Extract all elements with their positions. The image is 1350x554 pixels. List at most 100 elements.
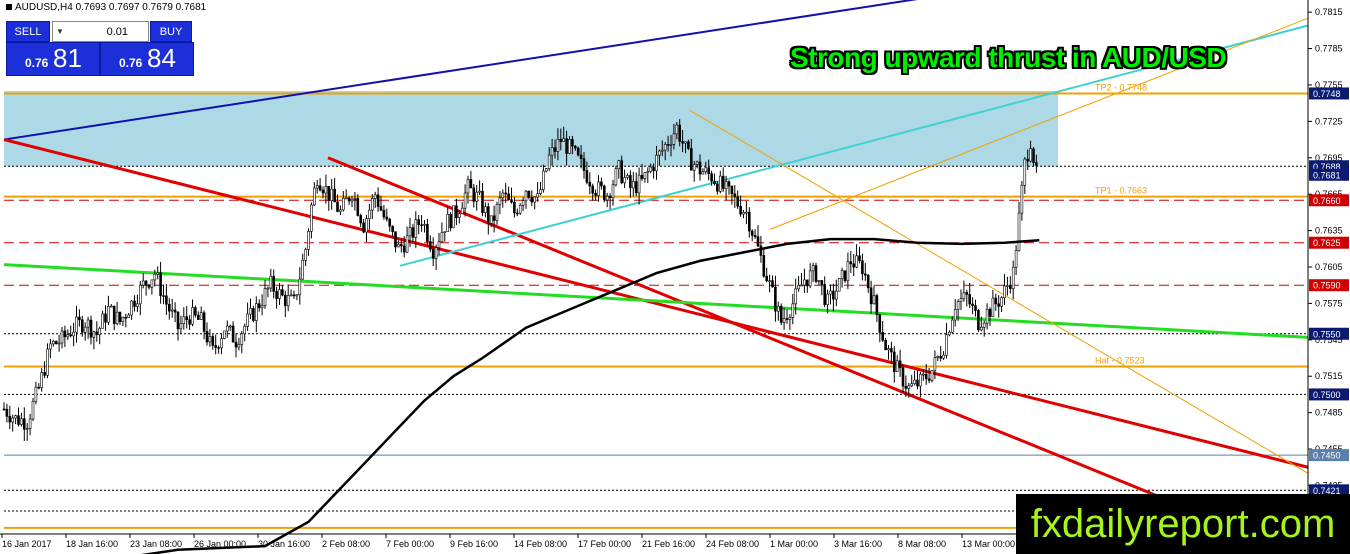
candle-body [600,181,603,187]
candle-body [1023,158,1027,186]
candle-body [385,216,389,220]
sell-button[interactable]: SELL [6,21,50,42]
candle-body [855,255,858,268]
candle-body [54,341,58,345]
candle-body [620,160,624,184]
candle-body [510,199,513,203]
candle-body [376,194,380,207]
green-trend-line [3,263,1309,339]
candle-body [234,341,238,348]
x-tick-label: 8 Mar 08:00 [898,539,946,549]
candle-body [910,383,914,387]
candle-body [31,401,35,420]
candle-body [339,209,342,212]
candle-body [945,334,948,356]
candle-body [669,144,673,146]
candle-body [205,331,209,343]
candle-body [588,182,592,187]
candle-body [518,204,522,214]
candle-body [281,289,284,296]
candle-body [739,205,742,215]
candle-body [808,270,812,287]
buy-button[interactable]: BUY [150,21,192,42]
candle-body [953,309,957,321]
candle-body [318,185,322,191]
buy-price-button[interactable]: 0.76 84 [100,42,194,76]
candle-body [811,265,815,272]
candle-body [260,305,264,309]
candle-body [1003,285,1006,298]
candle-body [507,193,510,200]
lot-size-value[interactable]: 0.01 [67,26,148,38]
candle-body [721,175,725,189]
candle-body [197,314,200,320]
candle-body [257,303,261,309]
candle-body [753,235,757,237]
candle-body [405,235,409,253]
candle-body [2,408,6,411]
candle-body [942,354,945,359]
candle-body [252,308,255,321]
candle-body [849,261,853,265]
candle-body [263,288,267,306]
candle-body [1014,250,1018,268]
candle-body [913,379,916,385]
candle-body [916,379,919,387]
chart-title: AUDUSD,H4 0.7693 0.7697 0.7679 0.7681 [6,2,206,13]
candle-body [571,138,574,147]
candle-body [243,326,246,335]
candle-body [678,124,682,142]
candle-body [765,275,769,282]
lot-down-arrow-icon[interactable]: ▼ [53,27,67,36]
candle-body [20,418,23,425]
candle-body [423,223,426,226]
y-tick-label: 0.7485 [1315,408,1343,418]
one-click-trading-panel: SELL ▼ 0.01 BUY 0.76 81 0.76 84 [4,20,194,76]
candle-body [379,206,383,211]
candle-body [452,205,455,229]
candle-body [829,290,832,295]
candle-body [14,415,17,419]
candle-body [785,318,789,320]
candle-body [139,284,142,305]
candle-body [736,196,740,207]
candle-body [837,278,841,292]
candle-body [573,145,577,149]
candle-body [750,230,754,236]
y-tick-label: 0.7515 [1315,371,1343,381]
candle-body [310,204,313,232]
sell-price-button[interactable]: 0.76 81 [6,42,100,76]
candle-body [733,193,737,198]
candle-body [22,418,26,430]
candle-body [11,417,14,423]
candle-body [774,286,777,312]
candle-body [173,309,177,313]
candle-body [327,186,331,201]
candle-body [675,124,679,135]
candle-body [112,305,116,324]
lot-size-field[interactable]: ▼ 0.01 [52,21,149,42]
candle-body [466,179,470,194]
candle-body [350,198,354,202]
candle-body [51,341,55,345]
sell-price-prefix: 0.76 [25,56,49,70]
candle-body [394,231,397,248]
candle-body [8,416,12,423]
candle-body [1017,212,1021,251]
candle-body [489,215,493,224]
candle-body [672,133,676,145]
candle-body [695,161,699,165]
candle-body [579,154,583,159]
candle-body [1026,158,1029,162]
candle-body [133,300,136,307]
candle-body [75,316,78,333]
candle-body [724,181,728,189]
candle-body [869,287,873,305]
chart-svg: TP2 - 0.7748TP1 - 0.7663Hat - 0.7523 0.7… [0,0,1350,554]
candle-body [895,360,899,373]
candle-body [292,294,296,297]
candle-body [162,295,165,297]
candle-body [414,219,418,238]
candle-body [115,311,119,324]
candle-body [359,215,363,224]
